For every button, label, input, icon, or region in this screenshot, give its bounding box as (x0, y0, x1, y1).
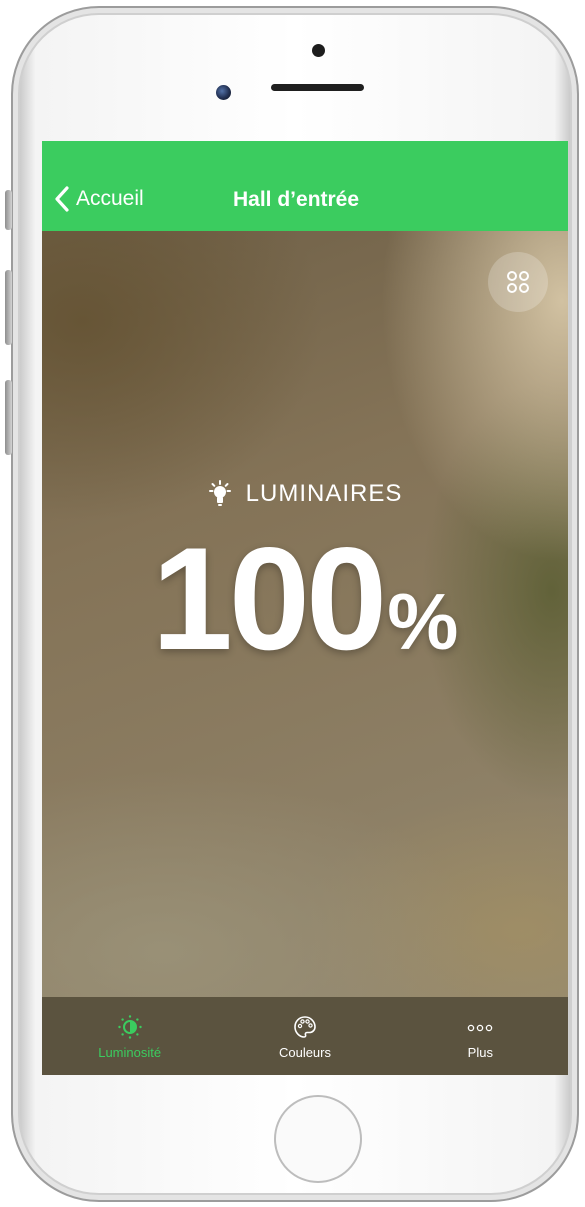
brightness-value: 100 (151, 517, 388, 680)
back-button-label: Accueil (76, 187, 144, 210)
lightbulb-icon (208, 480, 231, 506)
proximity-sensor (312, 44, 325, 57)
brightness-unit: % (387, 577, 459, 666)
four-dots-grid-icon (507, 271, 529, 293)
tab-label: Couleurs (278, 1045, 331, 1060)
palette-icon (294, 1016, 316, 1038)
volume-up-button (5, 270, 12, 345)
earpiece-speaker (271, 84, 364, 91)
volume-down-button (5, 380, 12, 455)
group-label-text: LUMINAIRES (245, 480, 403, 507)
tab-luminosite[interactable]: Luminosité (42, 997, 217, 1075)
more-dots-icon (468, 1024, 493, 1032)
group-label: LUMINAIRES (42, 480, 568, 508)
back-button[interactable]: Accueil (54, 185, 144, 213)
home-button[interactable] (274, 1095, 362, 1183)
tab-couleurs[interactable]: Couleurs (217, 997, 392, 1075)
page-title: Hall d’entrée (233, 188, 360, 211)
navigation-bar: Accueil Hall d’entrée (42, 141, 568, 231)
tab-label: Luminosité (98, 1045, 162, 1060)
chevron-left-icon (55, 186, 69, 212)
brightness-level[interactable]: 100% (42, 524, 568, 674)
page: Accueil Hall d’entrée LUMINAIRES 100% Lu… (0, 0, 585, 1207)
tab-plus[interactable]: Plus (393, 997, 568, 1075)
grid-view-button[interactable] (488, 252, 548, 312)
app-screen: Accueil Hall d’entrée LUMINAIRES 100% Lu… (42, 141, 568, 1075)
tab-label: Plus (467, 1045, 493, 1060)
front-camera (216, 85, 231, 100)
mute-switch (5, 190, 12, 230)
brightness-icon (117, 1015, 142, 1039)
room-content: LUMINAIRES 100% (42, 231, 568, 997)
tab-bar: Luminosité Couleurs Plus (42, 997, 568, 1075)
